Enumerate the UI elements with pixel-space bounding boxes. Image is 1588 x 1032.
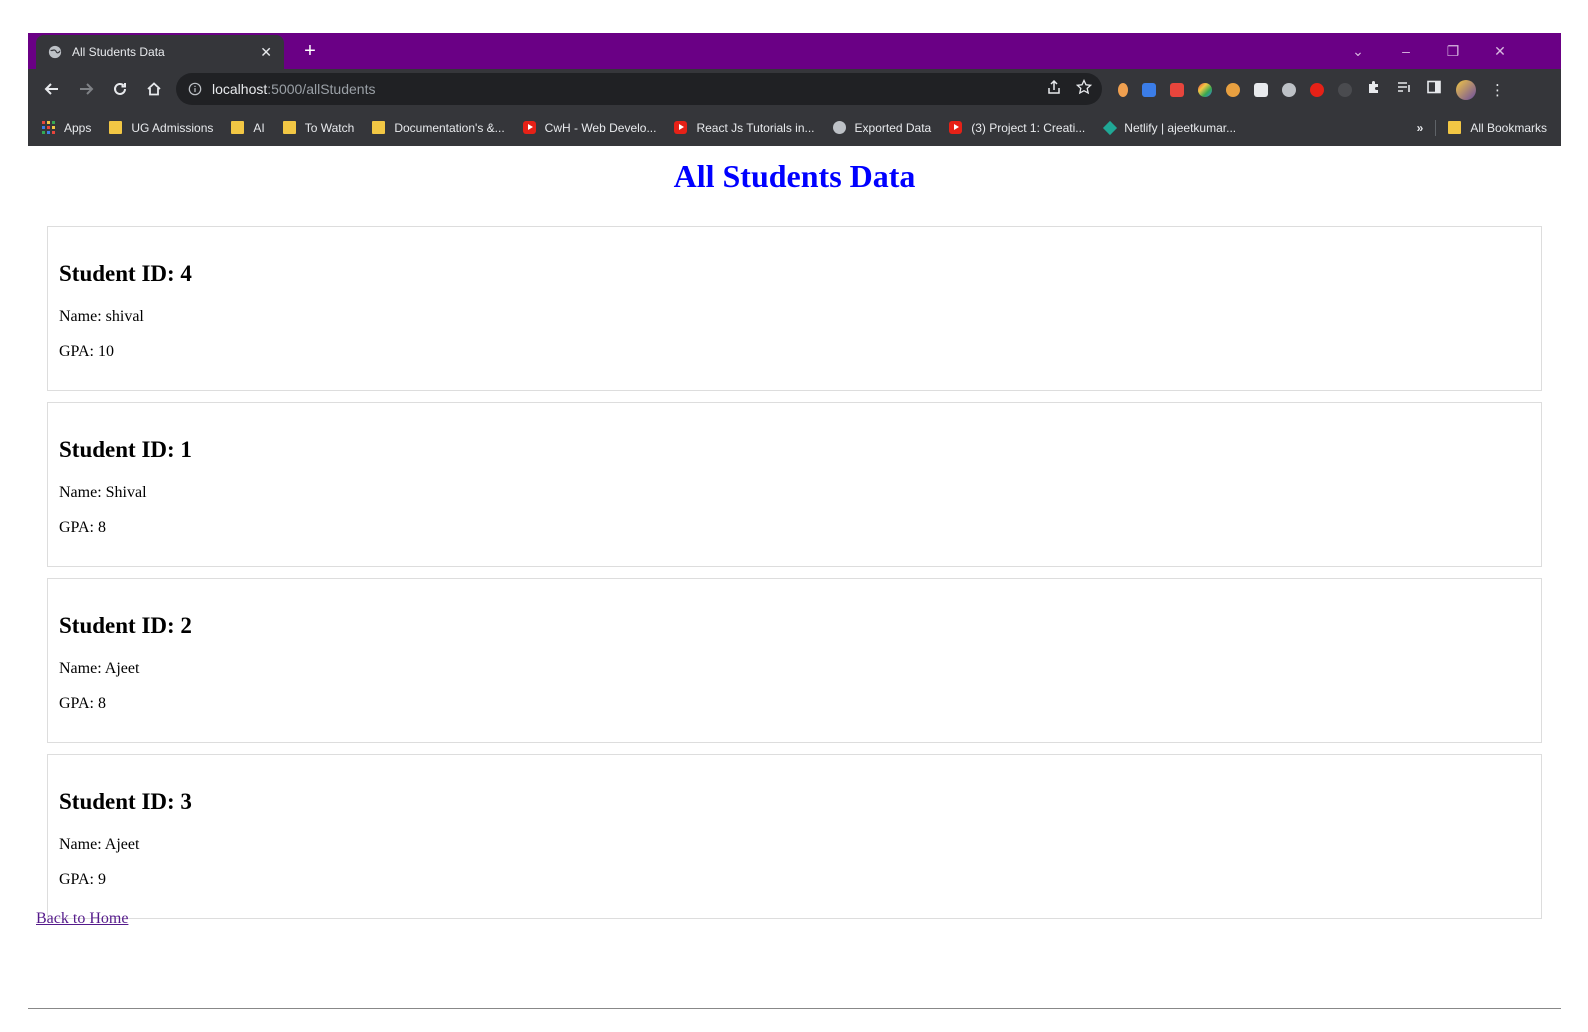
notes-icon[interactable]: [1254, 82, 1268, 97]
student-card: Student ID: 2 Name: Ajeet GPA: 8: [47, 578, 1542, 743]
info-icon[interactable]: [188, 82, 202, 96]
tab-all-students[interactable]: All Students Data ✕: [36, 35, 284, 69]
divider: [1435, 119, 1437, 136]
student-card: Student ID: 4 Name: shival GPA: 10: [47, 226, 1542, 391]
tab-search-icon[interactable]: ⌄: [1346, 39, 1370, 63]
minimize-icon[interactable]: –: [1394, 39, 1418, 63]
profile-avatar[interactable]: [1456, 79, 1476, 100]
color-picker-icon[interactable]: [1198, 82, 1212, 97]
reading-list-icon[interactable]: [1396, 79, 1412, 100]
menu-kebab-icon[interactable]: ⋮: [1490, 81, 1505, 99]
forward-arrow-icon[interactable]: [72, 75, 100, 103]
student-name: Name: Ajeet: [59, 660, 140, 677]
address-bar[interactable]: localhost:5000/allStudents: [176, 73, 1102, 105]
folder-icon: [1448, 121, 1462, 134]
bookmark-label: Exported Data: [854, 120, 932, 135]
student-gpa: GPA: 10: [59, 343, 114, 360]
bookmark-label: CwH - Web Develo...: [544, 120, 657, 135]
bookmark-ai[interactable]: AI: [231, 120, 265, 135]
back-arrow-icon[interactable]: [38, 75, 66, 103]
student-id: Student ID: 3: [59, 789, 192, 814]
bookmark-documentation[interactable]: Documentation's &...: [372, 120, 505, 135]
bookmark-label: React Js Tutorials in...: [696, 120, 815, 135]
netlify-icon: [1103, 120, 1118, 135]
bookmarks-bar: Apps UG Admissions AI To Watch Documenta…: [28, 109, 1561, 146]
browser-window: All Students Data ✕ + ⌄ – ❐ ✕ localhost:…: [28, 33, 1561, 146]
bookmark-to-watch[interactable]: To Watch: [282, 120, 355, 135]
footer-divider: [28, 1008, 1561, 1009]
globe-icon: [48, 45, 62, 59]
bookmark-label: UG Admissions: [131, 120, 214, 135]
puzzle-icon[interactable]: [1366, 79, 1382, 100]
youtube-icon: [674, 121, 688, 134]
extension-icon[interactable]: [1142, 82, 1156, 97]
bookmark-cwh[interactable]: CwH - Web Develo...: [522, 120, 657, 135]
close-window-icon[interactable]: ✕: [1488, 39, 1512, 63]
restore-icon[interactable]: ❐: [1441, 39, 1465, 63]
browser-toolbar: localhost:5000/allStudents ⋮: [28, 69, 1561, 109]
folder-icon: [282, 121, 296, 134]
bookmark-ug-admissions[interactable]: UG Admissions: [109, 121, 213, 135]
side-panel-icon[interactable]: [1426, 79, 1442, 100]
bookmark-netlify[interactable]: Netlify | ajeetkumar...: [1103, 120, 1237, 135]
palette-icon[interactable]: [1226, 82, 1240, 97]
student-gpa: GPA: 8: [59, 695, 106, 712]
bookmark-label: Netlify | ajeetkumar...: [1124, 120, 1237, 135]
page-content: All Students Data Student ID: 4 Name: sh…: [28, 146, 1561, 930]
page-title: All Students Data: [673, 158, 916, 194]
reload-icon[interactable]: [106, 75, 134, 103]
student-name: Name: shival: [59, 308, 144, 325]
new-tab-button[interactable]: +: [298, 39, 322, 63]
student-gpa: GPA: 9: [59, 871, 106, 888]
student-name: Name: Ajeet: [59, 836, 140, 853]
bookmarks-overflow-button[interactable]: »: [1417, 121, 1424, 135]
bookmark-label: (3) Project 1: Creati...: [971, 120, 1086, 135]
folder-icon: [372, 121, 386, 134]
bookmark-react-tutorials[interactable]: React Js Tutorials in...: [674, 120, 815, 135]
folder-icon: [109, 121, 123, 134]
globe-icon: [832, 121, 846, 134]
student-list: Student ID: 4 Name: shival GPA: 10 Stude…: [28, 226, 1561, 919]
all-bookmarks-button[interactable]: All Bookmarks: [1448, 121, 1547, 135]
youtube-icon: [949, 121, 963, 134]
student-id: Student ID: 1: [59, 437, 192, 462]
student-card: Student ID: 1 Name: Shival GPA: 8: [47, 402, 1542, 567]
bookmark-apps[interactable]: Apps: [42, 121, 91, 135]
bookmark-label: AI: [253, 120, 265, 135]
back-to-home-link[interactable]: Back to Home: [36, 910, 128, 928]
student-gpa: GPA: 8: [59, 519, 106, 536]
tab-strip: All Students Data ✕ + ⌄ – ❐ ✕: [28, 33, 1561, 69]
share-icon[interactable]: [1046, 79, 1062, 98]
close-tab-icon[interactable]: ✕: [260, 44, 272, 61]
extension-icon[interactable]: [1118, 82, 1128, 97]
student-name: Name: Shival: [59, 484, 147, 501]
star-icon[interactable]: [1075, 78, 1093, 98]
youtube-icon: [522, 121, 536, 134]
bookmark-label: All Bookmarks: [1470, 120, 1547, 135]
bookmark-exported-data[interactable]: Exported Data: [832, 120, 932, 135]
url-path: :5000/allStudents: [267, 81, 376, 97]
bookmark-project-1[interactable]: (3) Project 1: Creati...: [949, 121, 1085, 135]
react-devtools-icon[interactable]: [1282, 82, 1296, 97]
home-icon[interactable]: [140, 75, 168, 103]
adblock-icon[interactable]: [1310, 82, 1324, 97]
extension-icon[interactable]: [1338, 82, 1352, 97]
tab-title: All Students Data: [72, 45, 165, 59]
apps-grid-icon: [42, 121, 55, 134]
url-host: localhost: [212, 81, 268, 97]
folder-icon: [231, 121, 245, 134]
student-id: Student ID: 2: [59, 613, 192, 638]
student-id: Student ID: 4: [59, 261, 192, 286]
student-card: Student ID: 3 Name: Ajeet GPA: 9: [47, 754, 1542, 919]
bookmark-label: Apps: [64, 120, 92, 135]
extensions-area: ⋮: [1118, 79, 1505, 100]
bookmark-label: To Watch: [304, 120, 355, 135]
extension-icon[interactable]: [1170, 82, 1184, 97]
bookmark-label: Documentation's &...: [394, 120, 505, 135]
